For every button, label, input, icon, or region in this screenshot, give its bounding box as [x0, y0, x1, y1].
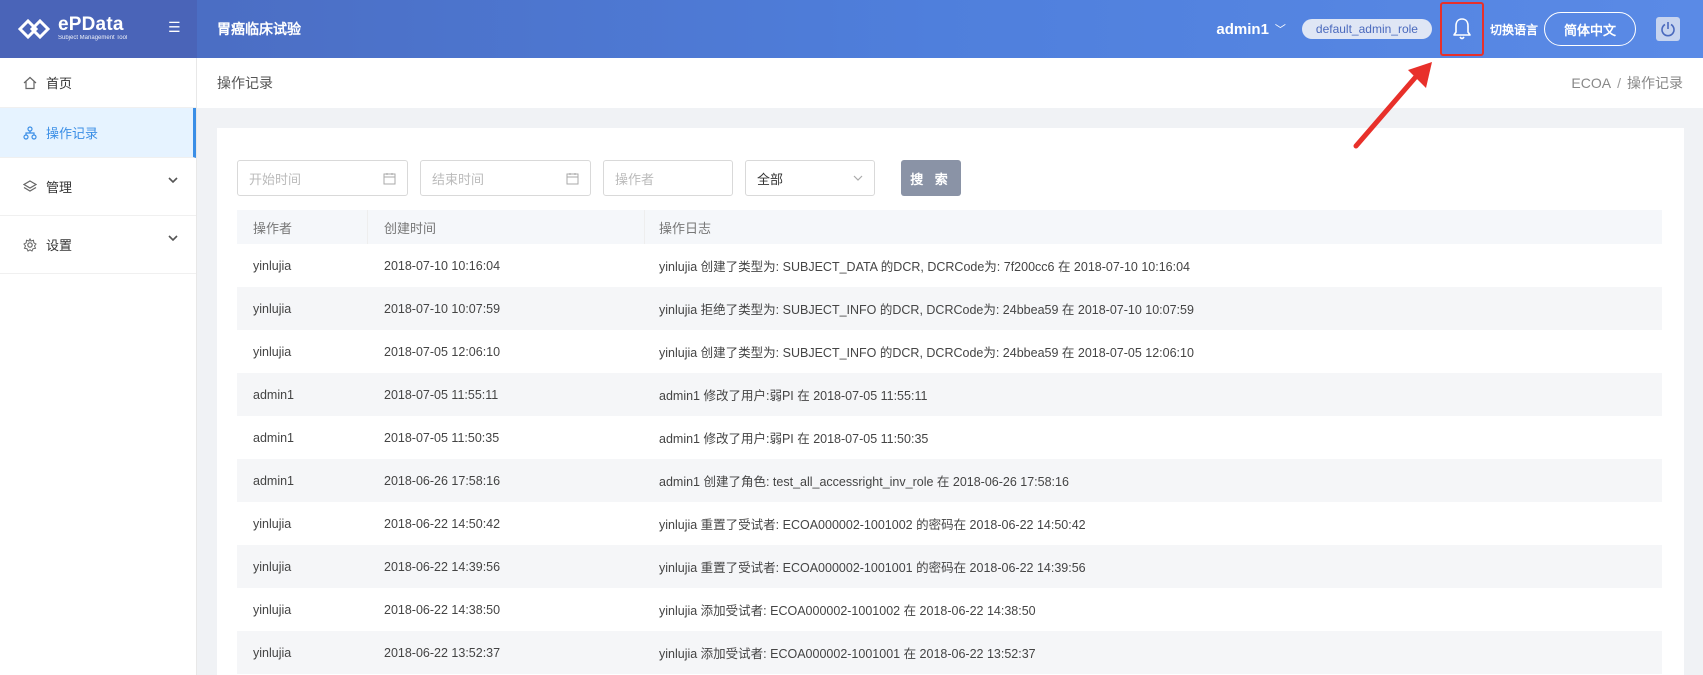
type-select-value: 全部	[757, 171, 784, 187]
calendar-icon	[566, 172, 579, 184]
cell-operator: yinlujia	[253, 645, 292, 660]
cell-operator: yinlujia	[253, 516, 292, 531]
start-time-placeholder: 开始时间	[249, 171, 302, 187]
cell-time: 2018-07-10 10:07:59	[384, 301, 501, 316]
column-header-operator: 操作者	[237, 210, 368, 244]
cell-time: 2018-07-05 11:55:11	[384, 387, 499, 402]
chevron-down-icon[interactable]: ﹀	[1275, 21, 1286, 37]
cell-operator: yinlujia	[253, 301, 292, 316]
logo-title: ePData	[58, 14, 124, 35]
user-menu[interactable]: admin1	[1216, 21, 1269, 38]
cell-log: yinlujia 添加受试者: ECOA000002-1001002 在 201…	[659, 604, 1036, 618]
gear-icon	[22, 237, 38, 253]
table-row: yinlujia 2018-06-22 14:39:56 yinlujia 重置…	[237, 545, 1662, 588]
page-title: 操作记录	[217, 75, 273, 91]
end-time-input[interactable]: 结束时间	[420, 160, 591, 196]
cell-log: yinlujia 拒绝了类型为: SUBJECT_INFO 的DCR, DCRC…	[659, 303, 1194, 317]
sidebar-item-label: 操作记录	[46, 126, 99, 141]
sidebar-item-manage[interactable]: 管理	[0, 158, 196, 216]
table-row: admin1 2018-06-26 17:58:16 admin1 创建了角色:…	[237, 459, 1662, 502]
cell-time: 2018-06-22 13:52:37	[384, 645, 501, 660]
table-row: yinlujia 2018-07-10 10:07:59 yinlujia 拒绝…	[237, 287, 1662, 330]
chevron-down-icon	[168, 234, 178, 245]
cell-log: yinlujia 创建了类型为: SUBJECT_INFO 的DCR, DCRC…	[659, 346, 1194, 360]
logo-area: ePData Subject Management Tool ☰	[0, 0, 197, 58]
home-icon	[22, 75, 38, 91]
table-row: admin1 2018-07-05 11:55:11 admin1 修改了用户:…	[237, 373, 1662, 416]
bell-icon	[1453, 18, 1471, 40]
sidebar-item-operation-log[interactable]: 操作记录	[0, 108, 196, 158]
power-icon	[1661, 22, 1675, 37]
breadcrumb: ECOA / 操作记录	[1571, 73, 1683, 93]
cell-log: yinlujia 创建了类型为: SUBJECT_DATA 的DCR, DCRC…	[659, 260, 1190, 274]
logo-subtitle: Subject Management Tool	[58, 35, 128, 41]
sidebar-item-settings[interactable]: 设置	[0, 216, 196, 274]
chevron-down-icon	[853, 175, 863, 181]
table-row: yinlujia 2018-06-22 14:38:50 yinlujia 添加…	[237, 588, 1662, 631]
project-title: 胃癌临床试验	[217, 21, 301, 37]
cell-operator: yinlujia	[253, 344, 292, 359]
cell-log: admin1 修改了用户:弱PI 在 2018-07-05 11:55:11	[659, 389, 928, 403]
table-row: yinlujia 2018-06-22 14:50:42 yinlujia 重置…	[237, 502, 1662, 545]
operator-placeholder: 操作者	[615, 171, 655, 187]
hierarchy-icon	[22, 125, 38, 141]
cell-log: admin1 修改了用户:弱PI 在 2018-07-05 11:50:35	[659, 432, 929, 446]
logout-button[interactable]	[1656, 17, 1680, 41]
sidebar-item-label: 设置	[46, 238, 73, 253]
role-badge: default_admin_role	[1301, 19, 1432, 39]
search-button[interactable]: 搜 索	[901, 160, 961, 196]
logo-icon	[18, 18, 54, 40]
cell-operator: admin1	[253, 387, 294, 402]
cell-time: 2018-06-22 14:39:56	[384, 559, 501, 574]
breadcrumb-item-current: 操作记录	[1627, 75, 1683, 91]
column-header-created-time: 创建时间	[368, 210, 645, 244]
table-header: 操作者 创建时间 操作日志	[237, 210, 1662, 244]
page-header: 操作记录 ECOA / 操作记录	[197, 58, 1703, 108]
breadcrumb-separator: /	[1617, 75, 1621, 91]
cell-log: yinlujia 添加受试者: ECOA000002-1001001 在 201…	[659, 647, 1036, 661]
filter-bar: 开始时间 结束时间 操作者 全部 搜 索	[237, 160, 961, 196]
cell-time: 2018-07-05 12:06:10	[384, 344, 501, 359]
cell-log: yinlujia 重置了受试者: ECOA000002-1001002 的密码在…	[659, 518, 1086, 532]
layers-icon	[22, 179, 38, 195]
chevron-down-icon	[168, 176, 178, 187]
sidebar-item-label: 管理	[46, 180, 73, 195]
cell-operator: yinlujia	[253, 602, 292, 617]
notification-button[interactable]	[1439, 2, 1484, 56]
table-row: yinlujia 2018-06-22 13:52:37 yinlujia 添加…	[237, 631, 1662, 674]
language-button[interactable]: 简体中文	[1544, 12, 1636, 46]
type-select[interactable]: 全部	[745, 160, 875, 196]
table-row: admin1 2018-07-05 11:50:35 admin1 修改了用户:…	[237, 416, 1662, 459]
cell-time: 2018-07-05 11:50:35	[384, 430, 500, 445]
switch-language-label: 切换语言	[1489, 22, 1538, 37]
cell-time: 2018-06-22 14:38:50	[384, 602, 501, 617]
top-bar: ePData Subject Management Tool ☰ 胃癌临床试验 …	[0, 0, 1703, 58]
annotation-arrow	[1353, 62, 1432, 149]
cell-time: 2018-06-26 17:58:16	[384, 473, 501, 488]
cell-operator: yinlujia	[253, 559, 292, 574]
cell-operator: admin1	[253, 430, 294, 445]
start-time-input[interactable]: 开始时间	[237, 160, 408, 196]
cell-operator: yinlujia	[253, 258, 292, 273]
table-row: yinlujia 2018-07-10 10:16:04 yinlujia 创建…	[237, 244, 1662, 287]
column-header-log: 操作日志	[659, 220, 712, 236]
calendar-icon	[383, 172, 396, 184]
menu-toggle-icon[interactable]: ☰	[168, 19, 181, 36]
table-row: yinlujia 2018-07-05 12:06:10 yinlujia 创建…	[237, 330, 1662, 373]
cell-time: 2018-07-10 10:16:04	[384, 258, 501, 273]
operation-log-table: 操作者 创建时间 操作日志 yinlujia 2018-07-10 10:16:…	[237, 210, 1662, 674]
cell-log: admin1 创建了角色: test_all_accessright_inv_r…	[659, 475, 1069, 489]
cell-operator: admin1	[253, 473, 294, 488]
sidebar: 首页 操作记录 管理 设置	[0, 58, 197, 675]
content-card: 开始时间 结束时间 操作者 全部 搜 索 操作者 创建时间 操作日志 yinlu…	[217, 128, 1684, 675]
operator-input[interactable]: 操作者	[603, 160, 733, 196]
breadcrumb-item-ecoa[interactable]: ECOA	[1571, 75, 1611, 91]
end-time-placeholder: 结束时间	[432, 171, 485, 187]
sidebar-item-label: 首页	[46, 76, 73, 91]
sidebar-item-home[interactable]: 首页	[0, 58, 196, 108]
cell-time: 2018-06-22 14:50:42	[384, 516, 501, 531]
cell-log: yinlujia 重置了受试者: ECOA000002-1001001 的密码在…	[659, 561, 1086, 575]
